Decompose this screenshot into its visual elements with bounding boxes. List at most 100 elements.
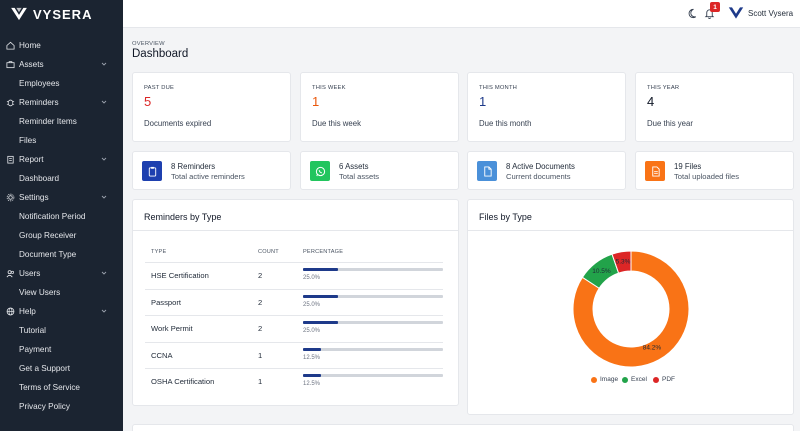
sidebar-item-label: Assets — [19, 60, 44, 69]
divider — [133, 230, 458, 231]
brand-logo[interactable]: VYSERA — [0, 0, 123, 28]
donut-data-label: 84.2% — [643, 345, 662, 352]
percentage-bar — [303, 374, 443, 377]
stat-desc: Due this month — [479, 119, 532, 128]
info-subtitle: Total active reminders — [171, 172, 245, 181]
sidebar-item-label: Payment — [19, 345, 52, 354]
cell-percentage: 12.5% — [303, 354, 321, 361]
cell-type: Passport — [151, 297, 181, 307]
sidebar-item-label: Group Receiver — [19, 231, 77, 240]
info-title: 8 Reminders — [171, 162, 216, 171]
sidebar-item-home[interactable]: Home — [0, 36, 123, 55]
info-subtitle: Total uploaded files — [674, 172, 740, 181]
files-donut-chart: 84.2% 10.5% 5.3% — [572, 250, 690, 368]
sidebar-item-employees[interactable]: Employees — [0, 74, 123, 93]
percentage-bar-fill — [303, 374, 321, 377]
cell-count: 2 — [258, 271, 263, 280]
gear-icon — [5, 193, 15, 203]
user-avatar-logo-icon[interactable] — [728, 6, 744, 20]
stat-label: THIS MONTH — [479, 85, 518, 91]
table-row: CCNA 1 12.5% — [145, 341, 443, 368]
table-row: HSE Certification 2 25.0% — [145, 262, 443, 288]
info-subtitle: Current documents — [506, 172, 571, 181]
moon-icon[interactable] — [688, 8, 699, 19]
stat-card-this-year: THIS YEAR 4 Due this year — [635, 72, 794, 142]
cell-type: HSE Certification — [151, 271, 209, 280]
sidebar-item-label: Terms of Service — [19, 383, 80, 392]
percentage-bar-fill — [303, 321, 338, 324]
percentage-bar — [303, 347, 443, 351]
info-title: 6 Assets — [339, 162, 369, 171]
panel-title: Files by Type — [479, 212, 532, 222]
sidebar-item-document-type[interactable]: Document Type — [0, 245, 123, 264]
sidebar-item-label: Files — [19, 136, 37, 145]
sidebar-item-files[interactable]: Files — [0, 131, 123, 150]
sidebar-item-view-users[interactable]: View Users — [0, 283, 123, 302]
divider — [468, 230, 793, 231]
bottom-card — [132, 424, 794, 431]
sidebar-nav: Home Assets Employees Reminders Reminder Ite… — [0, 36, 123, 416]
clipboard-icon — [142, 161, 162, 181]
sidebar-item-dashboard[interactable]: Dashboard — [0, 169, 123, 188]
sidebar-item-notification-period[interactable]: Notification Period — [0, 207, 123, 226]
sidebar-item-terms-of-service[interactable]: Terms of Service — [0, 378, 123, 397]
bug-icon — [5, 98, 15, 108]
percentage-bar — [303, 321, 443, 324]
legend-item-excel[interactable]: Excel — [622, 376, 647, 383]
cell-count: 1 — [258, 350, 263, 360]
user-name[interactable]: Scott Vysera — [748, 9, 793, 18]
cell-type: OSHA Certification — [151, 377, 215, 386]
col-header-count: COUNT — [258, 249, 279, 255]
clipboard-icon — [5, 155, 15, 165]
table-row: Passport 2 25.0% — [145, 288, 443, 315]
legend-label: Excel — [631, 376, 647, 383]
table-row: Work Permit 2 25.0% — [145, 315, 443, 341]
cell-percentage: 25.0% — [303, 275, 321, 281]
info-card-assets: 6 Assets Total assets — [300, 151, 459, 190]
legend-swatch — [591, 376, 597, 383]
col-header-percentage: PERCENTAGE — [303, 249, 344, 255]
vysera-logo-icon — [11, 7, 27, 21]
sidebar-item-payment[interactable]: Payment — [0, 340, 123, 359]
stat-desc: Documents expired — [144, 119, 212, 128]
info-title: 8 Active Documents — [506, 162, 575, 171]
sidebar-item-label: Dashboard — [19, 174, 60, 183]
page-title: Dashboard — [132, 48, 189, 60]
stat-card-this-month: THIS MONTH 1 Due this month — [467, 72, 626, 142]
sidebar-item-users[interactable]: Users — [0, 264, 123, 283]
legend-swatch — [653, 376, 659, 383]
cell-type: CCNA — [151, 350, 173, 360]
sidebar-item-tutorial[interactable]: Tutorial — [0, 321, 123, 340]
stat-value: 1 — [312, 94, 320, 109]
page-overline: OVERVIEW — [132, 41, 165, 47]
sidebar-item-get-a-support[interactable]: Get a Support — [0, 359, 123, 378]
sidebar-item-reminder-items[interactable]: Reminder Items — [0, 112, 123, 131]
stat-label: THIS WEEK — [312, 85, 346, 91]
legend-item-image[interactable]: Image — [591, 376, 618, 383]
topbar: 1 Scott Vysera — [123, 0, 800, 28]
percentage-bar-fill — [303, 268, 338, 271]
stat-label: THIS YEAR — [647, 85, 680, 91]
stat-card-past-due: PAST DUE 5 Documents expired — [132, 72, 291, 142]
sidebar-item-label: Employees — [19, 79, 60, 88]
sidebar-item-label: Reminders — [19, 98, 59, 107]
globe-icon — [5, 307, 15, 317]
sidebar-item-report[interactable]: Report — [0, 150, 123, 169]
sidebar-item-settings[interactable]: Settings — [0, 188, 123, 207]
percentage-bar — [303, 268, 443, 271]
stat-desc: Due this year — [647, 119, 693, 128]
sidebar-item-help[interactable]: Help — [0, 302, 123, 321]
sidebar-item-label: View Users — [19, 288, 61, 297]
col-header-type: TYPE — [151, 249, 167, 255]
legend-item-pdf[interactable]: PDF — [653, 376, 675, 383]
sidebar-item-reminders[interactable]: Reminders — [0, 93, 123, 112]
file-text-icon — [645, 161, 665, 181]
sidebar-item-privacy-policy[interactable]: Privacy Policy — [0, 397, 123, 416]
sidebar-item-assets[interactable]: Assets — [0, 55, 123, 74]
notification-badge: 1 — [710, 2, 720, 12]
sidebar-item-label: Report — [19, 155, 44, 164]
sidebar-item-group-receiver[interactable]: Group Receiver — [0, 226, 123, 245]
stat-value: 4 — [647, 94, 655, 109]
info-card-reminders: 8 Reminders Total active reminders — [132, 151, 291, 190]
table-row: OSHA Certification 1 12.5% — [145, 368, 443, 394]
